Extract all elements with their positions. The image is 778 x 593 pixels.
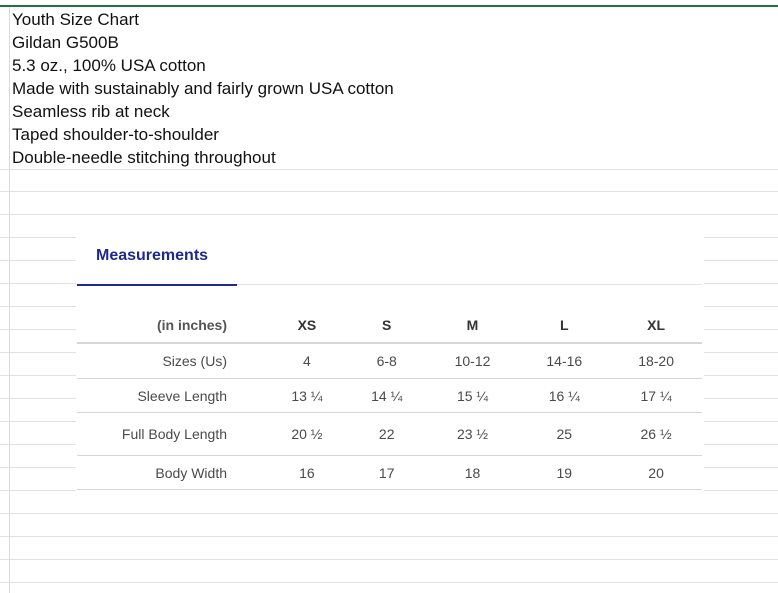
row-line xyxy=(0,169,778,170)
size-header: S xyxy=(346,308,427,344)
measurements-image[interactable]: Measurements (in inches) XS S M L XL Siz… xyxy=(76,237,704,495)
measurements-tab: Measurements xyxy=(96,247,209,264)
table-cell: 20 ½ xyxy=(267,412,347,456)
table-cell: 14-16 xyxy=(518,343,611,379)
row-label: Body Width xyxy=(77,455,267,490)
cell-a5[interactable]: Seamless rib at neck xyxy=(12,100,170,123)
row-label: Sizes (Us) xyxy=(77,343,267,379)
cell-a6[interactable]: Taped shoulder-to-shoulder xyxy=(12,123,219,146)
size-header-row: (in inches) XS S M L XL xyxy=(77,308,702,344)
table-cell: 13 ¼ xyxy=(267,378,347,413)
table-cell: 22 xyxy=(346,412,427,456)
table-cell: 26 ½ xyxy=(610,412,702,456)
table-cell: 14 ¼ xyxy=(346,378,427,413)
size-header: M xyxy=(426,308,519,344)
caret-icon: ⌃ xyxy=(428,0,437,5)
table-cell: 23 ½ xyxy=(426,412,519,456)
table-cell: 17 ¼ xyxy=(610,378,702,413)
cell-a1[interactable]: Youth Size Chart xyxy=(12,8,139,31)
table-cell: 19 xyxy=(518,455,611,490)
table-row: Sizes (Us) 4 6-8 10-12 14-16 18-20 xyxy=(77,343,702,379)
row-line xyxy=(0,582,778,583)
column-divider xyxy=(9,7,10,593)
header-bar: ⌃ xyxy=(0,0,778,7)
table-cell: 16 ¼ xyxy=(518,378,611,413)
size-header: L xyxy=(518,308,611,344)
cell-a3[interactable]: 5.3 oz., 100% USA cotton xyxy=(12,54,206,77)
unit-header: (in inches) xyxy=(77,308,267,344)
table-cell: 20 xyxy=(610,455,702,490)
row-label: Sleeve Length xyxy=(77,378,267,413)
row-line xyxy=(0,513,778,514)
row-line xyxy=(0,536,778,537)
cell-a2[interactable]: Gildan G500B xyxy=(12,31,119,54)
size-header: XL xyxy=(610,308,702,344)
table-cell: 18-20 xyxy=(610,343,702,379)
row-line xyxy=(0,559,778,560)
table-row: Full Body Length 20 ½ 22 23 ½ 25 26 ½ xyxy=(77,412,702,456)
row-label: Full Body Length xyxy=(77,412,267,456)
table-row: Body Width 16 17 18 19 20 xyxy=(77,455,702,490)
table-cell: 10-12 xyxy=(426,343,519,379)
table-cell: 25 xyxy=(518,412,611,456)
table-cell: 17 xyxy=(346,455,427,490)
row-line xyxy=(0,214,778,215)
table-cell: 18 xyxy=(426,455,519,490)
table-cell: 4 xyxy=(267,343,347,379)
table-cell: 15 ¼ xyxy=(426,378,519,413)
table-cell: 6-8 xyxy=(346,343,427,379)
cell-a7[interactable]: Double-needle stitching throughout xyxy=(12,146,276,169)
table-cell: 16 xyxy=(267,455,347,490)
row-line xyxy=(0,191,778,192)
size-chart-table: (in inches) XS S M L XL Sizes (Us) 4 6-8… xyxy=(77,308,702,490)
table-row: Sleeve Length 13 ¼ 14 ¼ 15 ¼ 16 ¼ 17 ¼ xyxy=(77,378,702,413)
tab-underline xyxy=(77,284,237,286)
size-header: XS xyxy=(267,308,347,344)
cell-a4[interactable]: Made with sustainably and fairly grown U… xyxy=(12,77,394,100)
